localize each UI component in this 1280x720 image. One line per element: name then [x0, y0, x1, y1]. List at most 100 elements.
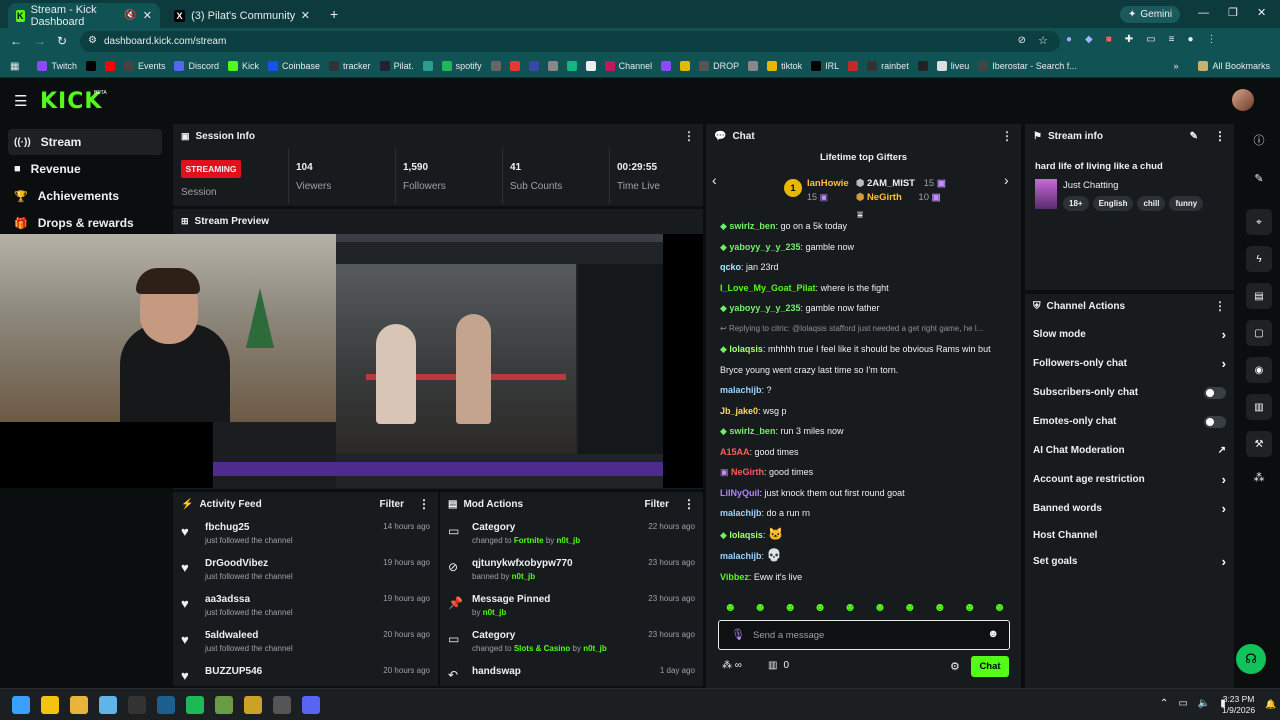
bookmark-item[interactable]: tracker [329, 61, 371, 71]
emote-icon[interactable]: ☻ [963, 600, 976, 614]
windows-start-icon[interactable] [12, 696, 30, 714]
tag-chip[interactable]: 18+ [1063, 196, 1089, 211]
chat-message[interactable]: Vibbez: Eww it's live [706, 567, 1021, 588]
extension-icon[interactable]: ● [1066, 34, 1072, 45]
emoji-icon[interactable]: ☻ [987, 628, 999, 640]
chat-message[interactable]: A15AA: 1 mile in 7 minutes for a bullet … [706, 587, 1021, 592]
chat-username[interactable]: swirlz_ben [729, 221, 775, 231]
edit-icon[interactable]: ✎ [1254, 172, 1263, 185]
maximize-icon[interactable]: ❐ [1228, 6, 1238, 19]
gifter-name[interactable]: IanHowie [807, 178, 849, 189]
mod-action-item[interactable]: 📌 Message Pinned by n0t_jb 23 hours ago [440, 594, 703, 630]
filter-button[interactable]: Filter [645, 499, 669, 510]
menu-lines-icon[interactable]: ≡ [1169, 34, 1175, 45]
chat-username[interactable]: LilNyQuil [720, 488, 760, 498]
bookmark-item[interactable]: Events [123, 61, 165, 71]
emote-icon[interactable]: ☻ [784, 600, 797, 614]
share-icon[interactable]: ⁂ [1254, 471, 1265, 484]
close-tab-icon[interactable]: ✕ [301, 9, 310, 22]
send-chat-button[interactable]: Chat [971, 656, 1009, 677]
profile-avatar-icon[interactable]: ● [1187, 34, 1193, 45]
bookmark-item[interactable] [585, 61, 596, 71]
chat-message[interactable]: malachijb: ? [706, 380, 1021, 401]
tray-chevron-icon[interactable]: ⌃ [1160, 698, 1168, 709]
bookmark-item[interactable]: Iberostar - Search f... [978, 61, 1077, 71]
more-options-icon[interactable]: ⋮ [1001, 129, 1013, 143]
activity-user[interactable]: aa3adssa [205, 594, 383, 605]
bookmark-item[interactable]: liveu [936, 61, 969, 71]
file-explorer-icon[interactable] [70, 696, 88, 714]
chat-username[interactable]: I_Love_My_Goat_Pilat [720, 283, 816, 293]
omnibox[interactable]: ⚙ dashboard.kick.com/stream ⊘ ☆ [80, 31, 1060, 52]
emote-icon[interactable]: ☻ [724, 600, 737, 614]
bookmark-item[interactable]: tiktok [767, 61, 802, 71]
bookmark-item[interactable]: IRL [811, 61, 839, 71]
emote-icon[interactable]: ☻ [874, 600, 887, 614]
edit-icon[interactable]: ✎ [1190, 131, 1198, 142]
bookmark-item[interactable] [917, 61, 928, 71]
discord-icon[interactable] [302, 696, 320, 714]
activity-user[interactable]: 5aldwaleed [205, 630, 383, 641]
channel-action-ai-chat-moderation[interactable]: AI Chat Moderation ↗ [1025, 436, 1234, 465]
epic-games-icon[interactable] [128, 696, 146, 714]
chat-input[interactable]: 🎙 Send a message ☻ [718, 620, 1010, 650]
chat-reply-context[interactable]: ↩ Replying to citric: @lolaqsis stafford… [706, 319, 1021, 340]
bookmark-item[interactable]: Kick [228, 61, 259, 71]
more-options-icon[interactable]: ⋮ [1214, 129, 1226, 143]
minecraft-icon[interactable] [215, 696, 233, 714]
bookmark-item[interactable] [661, 61, 672, 71]
keyboard-icon[interactable] [273, 696, 291, 714]
tag-chip[interactable]: funny [1169, 196, 1204, 211]
bookmark-item[interactable]: Twitch [37, 61, 77, 71]
chat-message[interactable]: ▣ NeGirth: good times [706, 462, 1021, 483]
adblock-extension-icon[interactable]: ■ [1106, 34, 1112, 45]
app-icon[interactable] [99, 696, 117, 714]
bookmark-item[interactable] [85, 61, 96, 71]
chat-username[interactable]: A15AA [720, 447, 750, 457]
chat-message[interactable]: ◆ swirlz_ben: run 3 miles now [706, 421, 1021, 442]
chat-username[interactable]: lolaqsis [729, 344, 763, 354]
chat-message[interactable]: LilNyQuil: just knock them out first rou… [706, 483, 1021, 504]
chat-username[interactable]: NeGirth [731, 467, 764, 477]
broadcast-icon[interactable]: ◉ [1246, 357, 1272, 383]
channel-action-emotes-only-chat[interactable]: Emotes-only chat [1025, 407, 1234, 436]
emote-icon[interactable]: ☻ [993, 600, 1006, 614]
site-info-icon[interactable]: ⚙ [88, 35, 97, 46]
info-icon[interactable]: ⓘ [1254, 132, 1265, 148]
bookmark-item[interactable] [509, 61, 520, 71]
gifter-row[interactable]: ⬢ NeGirth 10 ▣ [856, 192, 941, 203]
bookmark-star-icon[interactable]: ☆ [1038, 34, 1048, 47]
activity-item[interactable]: ♥ DrGoodVibez just followed the channel 19 … [173, 558, 438, 594]
chat-message[interactable]: qcko: jan 23rd [706, 257, 1021, 278]
chat-username[interactable]: Jb_jake0 [720, 406, 758, 416]
chat-message[interactable]: Jb_jake0: wsg p [706, 401, 1021, 422]
url-text[interactable]: dashboard.kick.com/stream [104, 36, 226, 47]
channel-action-banned-words[interactable]: Banned words › [1025, 494, 1234, 523]
app-icon[interactable] [244, 696, 262, 714]
chat-username[interactable]: qcko [720, 262, 741, 272]
close-tab-icon[interactable]: ✕ [143, 9, 152, 22]
user-avatar[interactable] [1232, 89, 1254, 111]
chat-username[interactable]: malachijb [720, 508, 762, 518]
bookmark-item[interactable] [104, 61, 115, 71]
infinity-icon[interactable]: ⁂ ∞ [722, 660, 742, 671]
more-bookmarks-icon[interactable]: » [1173, 61, 1178, 71]
activity-item[interactable]: ♥ aa3adssa just followed the channel 19 hou… [173, 594, 438, 630]
sidebar-item-drops[interactable]: 🎁 Drops & rewards [8, 210, 162, 236]
emote-icon[interactable]: ☻ [904, 600, 917, 614]
bookmark-item[interactable] [848, 61, 859, 71]
chat-message[interactable]: Bryce young went crazy last time so I'm … [706, 360, 1021, 381]
bookmark-item[interactable] [547, 61, 558, 71]
chat-settings-icon[interactable]: ⚙ [950, 660, 960, 673]
chat-bubble-icon[interactable]: ▢ [1246, 320, 1272, 346]
chat-message[interactable]: ◆ swirlz_ben: go on a 5k today [706, 216, 1021, 237]
chat-message[interactable]: ◆ lolaqsis: mhhhh true I feel like it sh… [706, 339, 1021, 360]
bookmark-item[interactable]: Discord [174, 61, 219, 71]
support-headset-icon[interactable]: ☊ [1236, 644, 1266, 674]
sidebar-item-achievements[interactable]: 🏆 Achievements [8, 183, 162, 209]
category-name[interactable]: Just Chatting [1063, 180, 1118, 191]
more-options-icon[interactable]: ⋮ [683, 497, 695, 511]
chat-username[interactable]: Vibbez [720, 572, 749, 582]
mod-action-item[interactable]: ↶ handswap 1 day ago [440, 666, 703, 686]
channel-action-subscribers-only-chat[interactable]: Subscribers-only chat [1025, 378, 1234, 407]
